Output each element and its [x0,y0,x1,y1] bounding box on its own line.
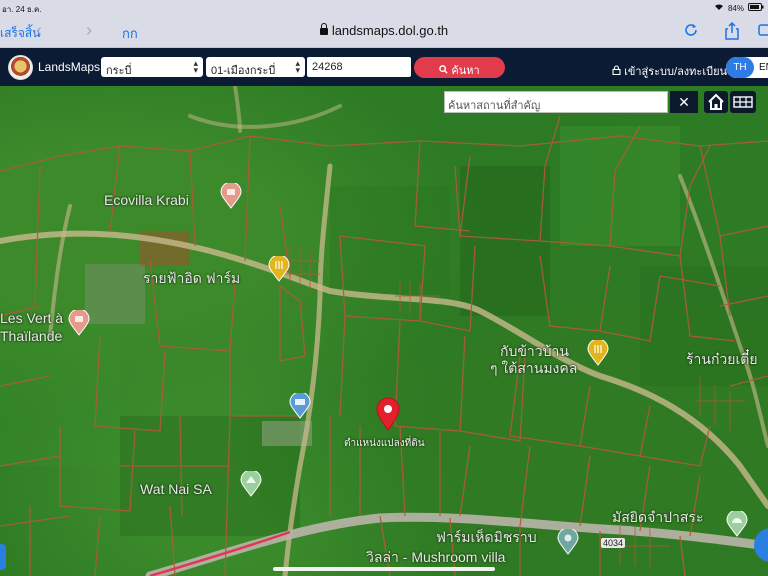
parcel-number-value: 24268 [312,61,343,73]
place-label-kub-kao-2: ๆ ใต้สานมงคล [490,360,578,376]
search-button-label: ค้นหา [451,65,480,77]
close-icon: ✕ [678,94,690,110]
battery-icon [748,3,764,13]
map-canvas[interactable]: Ecovilla Krabi รายฟ้าอิด ฟาร์ม Les Vert … [0,86,768,576]
place-label-restaurant: รายฟ้าอิด ฟาร์ม [143,270,241,286]
district-select[interactable]: 01-เมืองกระบี่ ▴ ▾ [206,57,305,77]
status-right: 84% [714,3,764,13]
parcel-map-layer [0,86,768,576]
select-arrows-icon: ▴ ▾ [193,58,198,75]
url-text: landsmaps.dol.go.th [331,23,449,38]
highlighted-road [149,530,291,576]
brand-name: LandsMaps [38,60,101,74]
place-label-noodle: ร้านก๋วยเตี๋ย [686,351,758,367]
dol-logo [8,55,33,80]
place-label-mosque: มัสยิดจำปาสระ [612,509,704,525]
address-bar[interactable]: landsmaps.dol.go.th [0,23,768,38]
lang-th-button[interactable]: TH [726,57,754,78]
school-poi-icon[interactable] [289,393,311,419]
login-label: เข้าสู่ระบบ/ลงทะเบียน [624,66,728,78]
lang-en-button[interactable]: EN [759,62,768,73]
cleared-area [85,264,145,324]
reload-icon[interactable] [684,22,698,40]
province-select[interactable]: กระบี่ ▴ ▾ [101,57,203,77]
browser-toolbar: เสร็จสิ้น ‹ › กก landsmaps.dol.go.th [0,14,768,48]
landmark-search-placeholder: ค้นหาสถานที่สำคัญ [448,100,541,112]
search-icon [439,65,451,77]
place-label-les-vert: Les Vert à [0,310,64,326]
status-bar: อา. 24 ธ.ค. 84% [0,0,768,14]
landmark-search-input[interactable]: ค้นหาสถานที่สำคัญ [444,91,668,113]
grid-layer-button[interactable] [730,91,756,113]
language-toggle[interactable]: TH EN [726,57,768,78]
district-value: 01-เมืองกระบี่ [211,65,276,77]
hotel-poi-icon[interactable] [68,310,90,336]
road-number-badge: 4034 [601,538,626,548]
restaurant-poi-icon[interactable] [587,340,609,366]
login-link[interactable]: เข้าสู่ระบบ/ลงทะเบียน [612,62,727,80]
clear-search-button[interactable]: ✕ [670,91,698,113]
home-indicator [273,567,495,571]
home-view-button[interactable] [704,91,728,113]
place-label-mushroom-villa: วิลล่า - Mushroom villa [366,549,506,565]
lodging-poi-icon[interactable] [220,183,242,209]
wifi-icon [714,3,724,13]
select-arrows-icon: ▴ ▾ [295,58,300,75]
parcel-location-label: ตำแหน่งแปลงที่ดิน [344,438,425,449]
place-label-wat: Wat Nai SA [140,481,212,497]
search-button[interactable]: ค้นหา [414,57,505,78]
temple-poi-icon[interactable] [240,471,262,497]
parcel-number-input[interactable]: 24268 [307,57,411,77]
place-label-farm: ฟาร์มเห็ดมิชราบ [436,529,537,545]
place-label-thailande: Thaïlande [0,328,63,344]
restaurant-poi-icon[interactable] [268,256,290,282]
share-icon[interactable] [724,21,740,44]
mosque-poi-icon[interactable] [726,511,748,537]
lock-icon [612,65,624,78]
place-label-ecovilla: Ecovilla Krabi [104,192,189,208]
app-header: LandsMaps กระบี่ ▴ ▾ 01-เมืองกระบี่ ▴ ▾ 24… [0,48,768,86]
parcel-location-pin-icon[interactable] [375,397,401,431]
province-value: กระบี่ [106,65,132,77]
tabs-icon[interactable] [756,22,768,40]
lock-icon [319,23,328,35]
farm-poi-icon[interactable] [557,529,579,555]
side-panel-tab[interactable] [0,544,6,570]
battery-percent: 84% [727,3,744,13]
